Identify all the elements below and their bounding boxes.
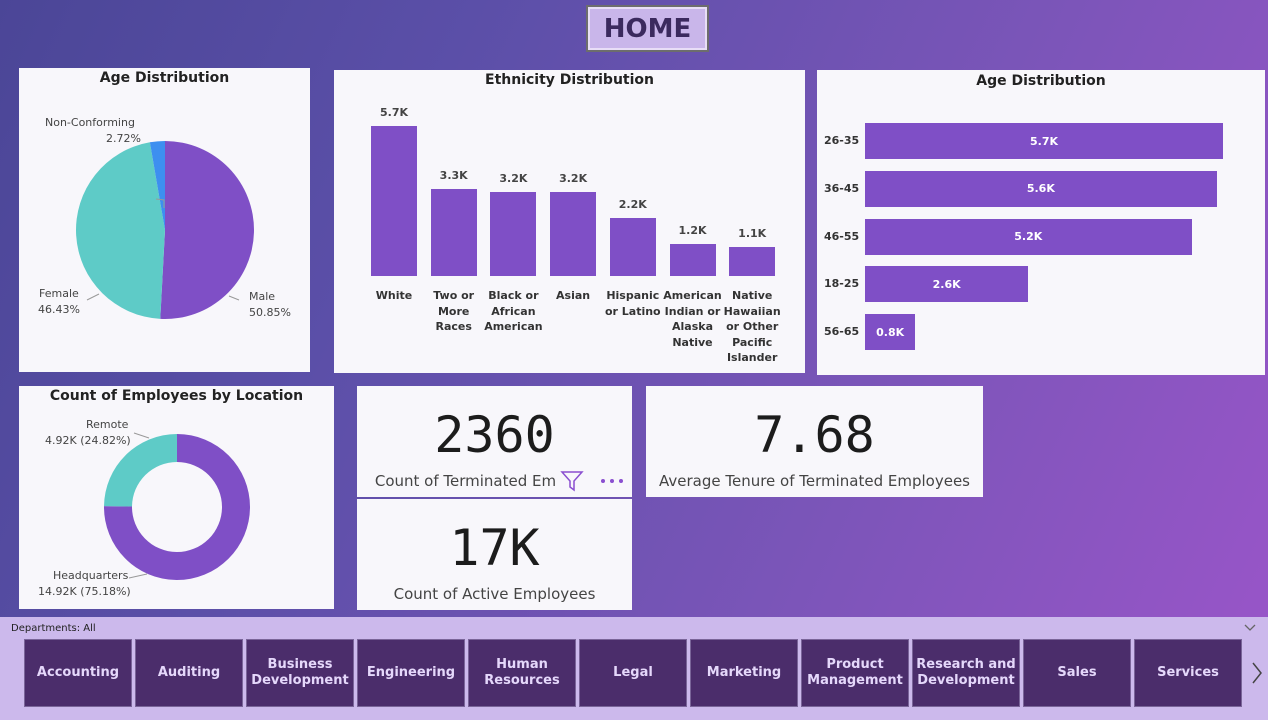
ethnicity-category-label: American Indian or Alaska Native — [663, 289, 722, 349]
department-button-marketing[interactable]: Marketing — [690, 639, 798, 707]
location-value-remote: 4.92K (24.82%) — [45, 434, 131, 447]
age-pie-slice-male[interactable] — [160, 141, 254, 319]
ethnicity-value-label: 5.7K — [379, 106, 408, 119]
ethnicity-bar-american-indian-or-alaska-native[interactable] — [669, 244, 716, 276]
pie-label-male: Male — [249, 290, 276, 303]
age-bar-18-25[interactable]: 2.6K — [865, 266, 1029, 303]
departments-slicer: Departments: All Accounting Auditing Busin… — [0, 617, 1268, 720]
age-bar-46-55[interactable]: 5.2K — [865, 218, 1192, 255]
age-category-label: 36-45 — [824, 181, 860, 195]
pie-pct-nonconforming: 2.72% — [106, 132, 141, 145]
department-button-services[interactable]: Services — [1134, 639, 1242, 707]
ethnicity-title: Ethnicity Distribution — [485, 72, 654, 88]
department-button-accounting[interactable]: Accounting — [24, 639, 132, 707]
ethnicity-bar-native-hawaiian-or-other-pacific-islander[interactable] — [729, 247, 776, 276]
ethnicity-value-label: 1.2K — [678, 224, 707, 238]
age-bar-56-65[interactable]: 0.8K — [865, 314, 916, 351]
more-options-icon[interactable] — [595, 468, 631, 494]
kpi-tenure-value: 7.68 — [754, 406, 875, 464]
pie-label-nonconforming: Non-Conforming — [45, 116, 135, 129]
ethnicity-value-label: 2.2K — [618, 198, 647, 212]
location-card: Count of Employees by Location Remote 4.… — [19, 386, 334, 609]
ethnicity-bar-hispanic-or-latino[interactable] — [609, 218, 656, 276]
chevron-down-icon[interactable] — [1243, 623, 1257, 633]
home-button[interactable]: HOME — [586, 5, 709, 52]
kpi-active-label: Count of Active Employees — [393, 585, 596, 603]
slicer-title: Departments: All — [11, 623, 96, 634]
ethnicity-card: Ethnicity Distribution 5.7K White 3.3K Two … — [334, 70, 805, 373]
age-category-label: 56-65 — [824, 325, 860, 339]
ethnicity-value-label: 3.2K — [559, 171, 588, 185]
department-button-product-management[interactable]: Product Management — [801, 639, 909, 707]
ethnicity-category-label: Hispanic or Latino — [604, 289, 661, 318]
age-category-label: 46-55 — [824, 229, 860, 243]
department-button-research-and-development[interactable]: Research and Development — [912, 639, 1020, 707]
location-value-hq: 14.92K (75.18%) — [38, 585, 131, 598]
ethnicity-value-label: 3.2K — [499, 171, 528, 185]
location-label-remote: Remote — [86, 418, 129, 431]
ethnicity-bar-black-or-african-american[interactable] — [490, 191, 537, 276]
department-button-engineering[interactable]: Engineering — [357, 639, 465, 707]
kpi-terminated-value: 2360 — [434, 406, 555, 464]
department-button-business-development[interactable]: Business Development — [246, 639, 354, 707]
location-label-hq: Headquarters — [53, 569, 129, 582]
pie-pct-male: 50.85% — [249, 306, 291, 319]
ethnicity-bar-two-or-more-races[interactable] — [430, 189, 477, 276]
age-pie-card: Age Distribution Non-Conforming 2.72% Fe… — [19, 68, 310, 372]
kpi-active-value: 17K — [449, 519, 540, 577]
ethnicity-bar-white[interactable] — [371, 126, 417, 276]
filter-icon[interactable] — [559, 468, 585, 494]
ethnicity-category-label: White — [375, 289, 413, 302]
visual-toolbar — [557, 466, 632, 496]
age-category-label: 26-35 — [824, 134, 860, 147]
age-bar-card: Age Distribution 26-35 5.7K 36-45 5.6K 46-55… — [817, 70, 1265, 375]
department-button-auditing[interactable]: Auditing — [135, 639, 243, 707]
kpi-tenure-card: 7.68 Average Tenure of Terminated Employ… — [646, 386, 983, 497]
pie-pct-female: 46.43% — [38, 303, 80, 316]
ethnicity-value-label: 3.3K — [439, 169, 468, 183]
ethnicity-category-label: Native Hawaiian or Other Pacific Islande… — [723, 289, 781, 364]
kpi-tenure-label: Average Tenure of Terminated Employees — [658, 472, 970, 490]
ethnicity-category-label: Black or African American — [484, 289, 543, 333]
department-button-legal[interactable]: Legal — [579, 639, 687, 707]
age-bar-title: Age Distribution — [976, 73, 1106, 89]
chevron-right-icon[interactable] — [1250, 661, 1264, 685]
kpi-active-card: 17K Count of Active Employees — [357, 499, 632, 610]
age-bar-26-35[interactable]: 5.7K — [865, 123, 1223, 159]
ethnicity-category-label: Asian — [556, 289, 591, 302]
pie-label-female: Female — [39, 287, 79, 300]
kpi-terminated-card: 2360 Count of Terminated Employees — [357, 386, 632, 497]
age-category-label: 18-25 — [824, 277, 860, 291]
department-button-human-resources[interactable]: Human Resources — [468, 639, 576, 707]
age-bar-36-45[interactable]: 5.6K — [865, 170, 1217, 207]
age-pie-slice-female[interactable] — [75, 142, 165, 319]
department-button-sales[interactable]: Sales — [1023, 639, 1131, 707]
ethnicity-category-label: Two or More Races — [433, 289, 475, 333]
age-pie-chart[interactable] — [19, 68, 310, 372]
ethnicity-value-label: 1.1K — [738, 227, 767, 241]
ethnicity-bar-asian[interactable] — [550, 191, 597, 276]
